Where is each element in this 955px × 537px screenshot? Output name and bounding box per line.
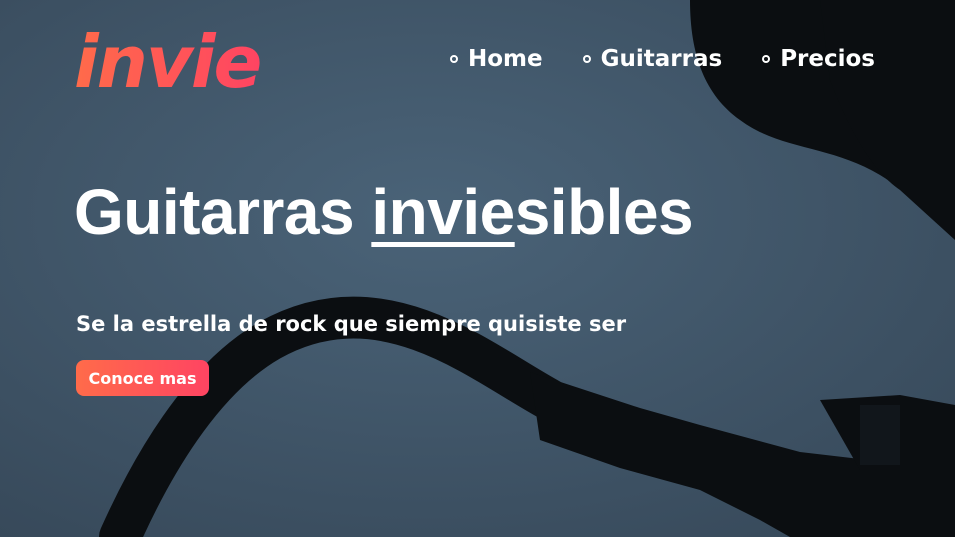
invie-logo[interactable]: invie [74,26,262,98]
nav-item-label: Precios [780,46,875,72]
nav-item-guitarras[interactable]: Guitarras [582,46,723,72]
hero-headline: Guitarras inviesibles [74,176,694,248]
headline-text-end: sibles [514,176,694,248]
main-navigation: Home Guitarras Precios [450,46,875,72]
headline-text-start: Guitarras [74,176,372,248]
conoce-mas-button[interactable]: Conoce mas [76,360,209,396]
nav-item-label: Guitarras [600,46,723,72]
headline-accent-word: invie [371,176,515,248]
nav-item-label: Home [468,46,543,72]
circle-bullet-icon [762,55,771,63]
hero-subtitle: Se la estrella de rock que siempre quisi… [76,312,627,336]
nav-item-precios[interactable]: Precios [762,46,875,72]
circle-bullet-icon [450,55,458,63]
circle-bullet-icon [582,55,591,63]
nav-item-home[interactable]: Home [450,46,543,72]
